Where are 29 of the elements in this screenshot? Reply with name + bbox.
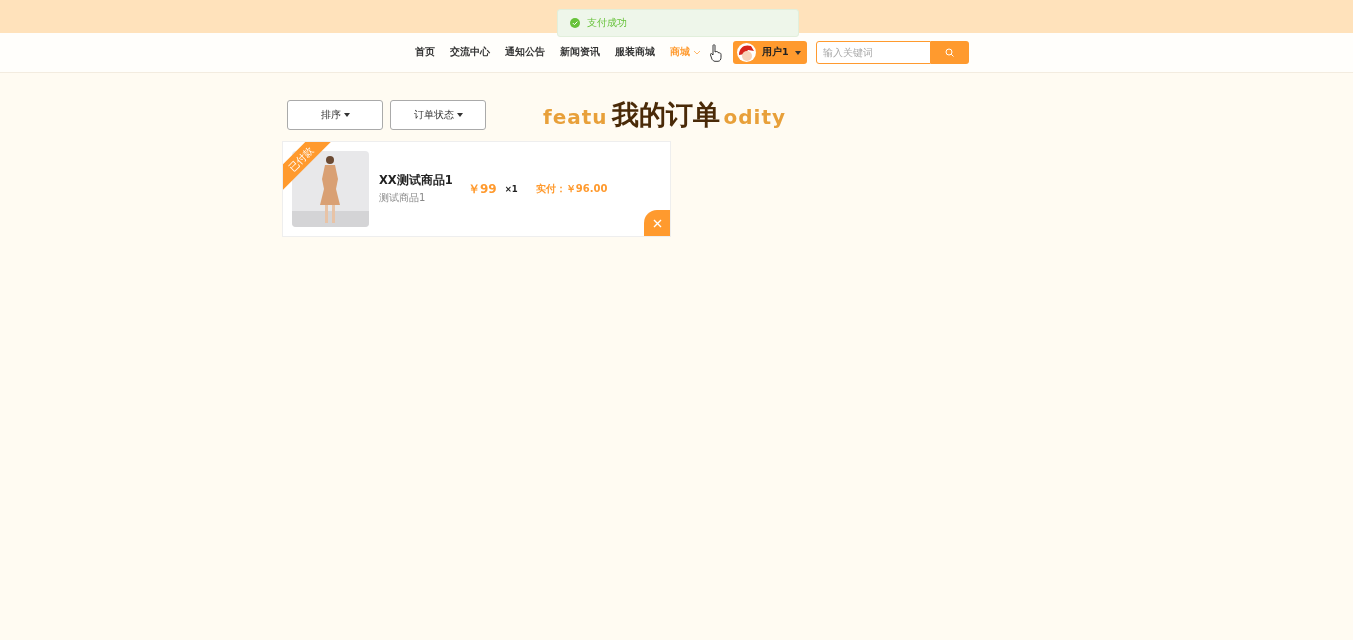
page-title: 我的订单 xyxy=(611,98,720,132)
close-icon xyxy=(652,218,662,228)
check-circle-icon xyxy=(570,18,580,28)
delete-button[interactable] xyxy=(644,210,670,236)
avatar-icon xyxy=(737,43,756,62)
subtitle-text: odity xyxy=(723,105,787,129)
subtitle-text: featu xyxy=(543,105,608,129)
product-quantity: ×1 xyxy=(504,184,518,194)
filter-dropdown[interactable]: 排序 xyxy=(287,100,383,130)
hand-cursor-icon xyxy=(710,43,722,62)
nav-link[interactable]: 首页 xyxy=(415,46,435,59)
nav-link[interactable]: 通知公告 xyxy=(505,46,545,59)
user-menu-button[interactable]: 用户1 xyxy=(733,41,807,64)
nav-link[interactable]: 新闻资讯 xyxy=(560,46,600,59)
nav-link[interactable]: 交流中心 xyxy=(450,46,490,59)
caret-icon xyxy=(343,113,350,117)
product-price: ￥99 xyxy=(468,180,497,198)
search-icon xyxy=(945,48,955,57)
search-button[interactable] xyxy=(930,41,969,64)
filter-dropdown[interactable]: 订单状态 xyxy=(390,100,486,130)
product-description: 测试商品1 xyxy=(379,191,427,205)
chevron-down-icon xyxy=(693,50,701,55)
product-name: XX测试商品1 xyxy=(379,173,454,188)
toast-text: 支付成功 xyxy=(587,16,627,30)
nav-link[interactable]: 服装商城 xyxy=(615,46,655,59)
caret-icon xyxy=(794,50,801,55)
search-field[interactable]: 输入关键词 xyxy=(815,41,931,64)
caret-icon xyxy=(456,113,463,117)
paid-amount: 实付：￥96.00 xyxy=(535,182,608,196)
